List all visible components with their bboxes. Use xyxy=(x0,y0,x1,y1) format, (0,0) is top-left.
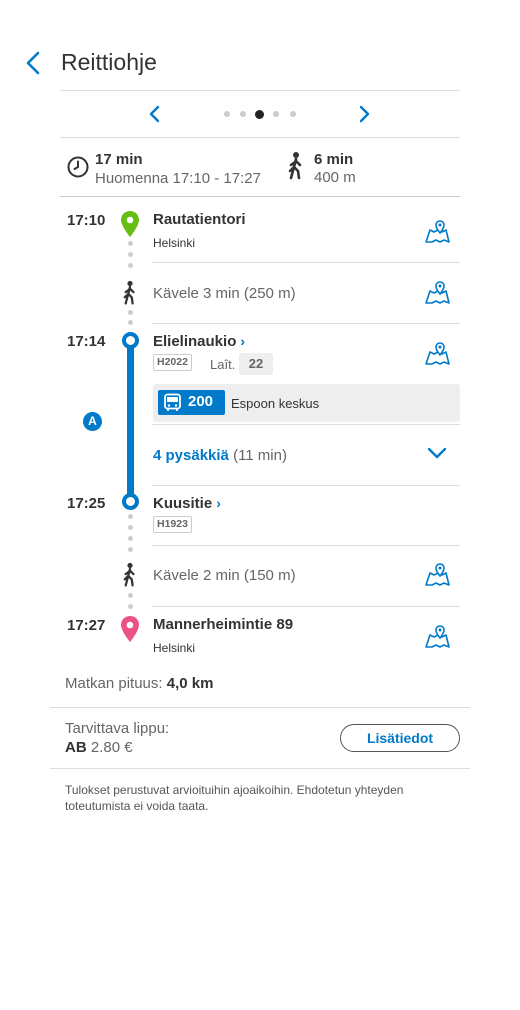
map-icon[interactable] xyxy=(424,279,450,305)
divider xyxy=(152,262,460,263)
stop-code-badge: H1923 xyxy=(153,516,192,533)
route-destination: Espoon keskus xyxy=(231,396,320,411)
pager-dots xyxy=(224,110,304,119)
back-button[interactable] xyxy=(22,50,46,76)
pager-dot[interactable] xyxy=(273,111,279,117)
more-info-button[interactable]: Lisätiedot xyxy=(340,724,460,752)
walk-duration: 6 min xyxy=(314,151,354,168)
departure-time: 17:10 xyxy=(67,212,106,229)
path-dot xyxy=(128,310,133,315)
walk-icon xyxy=(121,562,139,588)
chevron-right-icon: › xyxy=(216,495,221,511)
zone-badge: A xyxy=(83,412,102,431)
map-icon[interactable] xyxy=(424,561,450,587)
walk-instruction: Kävele 3 min (250 m) xyxy=(153,285,296,302)
origin-name[interactable]: Rautatientori xyxy=(153,211,246,228)
path-dot xyxy=(128,241,133,246)
walk-instruction: Kävele 2 min (150 m) xyxy=(153,567,296,584)
total-duration: 17 min xyxy=(95,151,143,168)
chevron-right-icon xyxy=(359,105,370,123)
divider xyxy=(50,768,470,769)
route-info-box[interactable]: 200 Espoon keskus xyxy=(153,384,460,422)
path-dot xyxy=(128,263,133,268)
path-dot xyxy=(128,536,133,541)
path-dot xyxy=(128,320,133,325)
divider xyxy=(60,90,460,91)
trip-length: Matkan pituus: 4,0 km xyxy=(65,675,213,692)
divider xyxy=(152,485,460,486)
path-dot xyxy=(128,604,133,609)
walk-icon xyxy=(286,151,306,181)
path-dot xyxy=(128,525,133,530)
origin-marker-icon xyxy=(120,210,140,238)
divider xyxy=(152,424,460,425)
trip-length-label: Matkan pituus: xyxy=(65,675,163,692)
chevron-down-icon xyxy=(427,447,447,459)
path-dot xyxy=(128,593,133,598)
origin-city: Helsinki xyxy=(153,236,196,250)
alighting-stop-marker xyxy=(122,493,139,510)
expand-button[interactable] xyxy=(426,444,448,462)
page-title: Reittiohje xyxy=(61,49,157,75)
ticket-info: AB 2.80 € xyxy=(65,739,133,756)
ticket-label: Tarvittava lippu: xyxy=(65,720,170,737)
map-icon[interactable] xyxy=(424,340,450,366)
path-dot xyxy=(128,514,133,519)
pager-dot-active[interactable] xyxy=(255,110,264,119)
disclaimer: Tulokset perustuvat arvioituihin ajoaiko… xyxy=(65,783,404,813)
intermediate-stops-toggle[interactable]: 4 pysäkkiä (11 min) xyxy=(153,447,287,464)
pager-dot[interactable] xyxy=(224,111,230,117)
boarding-time: 17:14 xyxy=(67,333,106,350)
ticket-zone: AB xyxy=(65,739,87,756)
chevron-left-icon xyxy=(26,51,40,75)
divider xyxy=(152,606,460,607)
destination-name[interactable]: Mannerheimintie 89 xyxy=(153,616,293,633)
pager-dot[interactable] xyxy=(290,111,296,117)
clock-icon xyxy=(66,155,90,179)
bus-icon xyxy=(164,393,181,411)
map-icon[interactable] xyxy=(424,623,450,649)
ticket-price: 2.80 € xyxy=(90,739,133,756)
map-icon[interactable] xyxy=(424,218,450,244)
alighting-stop-link[interactable]: Kuusitie › xyxy=(153,495,221,512)
divider xyxy=(152,323,460,324)
platform-label: Laît. xyxy=(210,357,236,372)
pager-dot[interactable] xyxy=(240,111,246,117)
boarding-stop-marker xyxy=(122,332,139,349)
stops-count: 4 pysäkkiä xyxy=(153,447,229,464)
stops-duration: (11 min) xyxy=(233,447,287,464)
divider xyxy=(60,137,460,138)
alighting-stop-name: Kuusitie xyxy=(153,495,213,512)
walk-icon xyxy=(121,280,139,306)
time-range: Huomenna 17:10 - 17:27 xyxy=(95,170,261,187)
stop-code-badge: H2022 xyxy=(153,354,192,371)
path-dot xyxy=(128,547,133,552)
trip-length-value: 4,0 km xyxy=(166,675,214,692)
alighting-time: 17:25 xyxy=(67,495,106,512)
destination-city: Helsinki xyxy=(153,641,196,655)
chevron-right-icon: › xyxy=(240,333,246,349)
path-dot xyxy=(128,252,133,257)
divider xyxy=(60,196,460,197)
previous-itinerary-button[interactable] xyxy=(146,104,164,124)
route-badge: 200 xyxy=(158,390,225,415)
boarding-stop-name: Elielinaukio xyxy=(153,333,237,350)
divider xyxy=(50,707,470,708)
chevron-left-icon xyxy=(149,105,160,123)
divider xyxy=(152,545,460,546)
destination-marker-icon xyxy=(120,615,140,643)
boarding-stop-link[interactable]: Elielinaukio › xyxy=(153,333,245,350)
platform-number: 22 xyxy=(239,353,273,375)
route-number: 200 xyxy=(188,393,214,410)
arrival-time: 17:27 xyxy=(67,617,106,634)
bus-route-line xyxy=(127,340,134,502)
next-itinerary-button[interactable] xyxy=(355,104,373,124)
walk-distance: 400 m xyxy=(314,169,356,186)
